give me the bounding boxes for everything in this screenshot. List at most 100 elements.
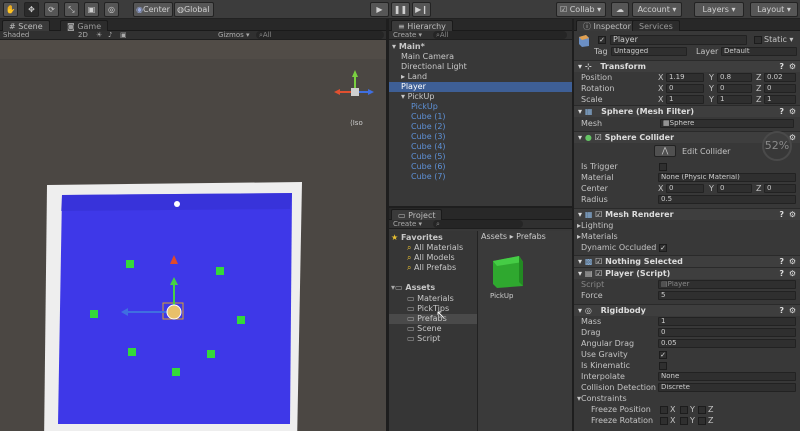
folder-materials[interactable]: ▭ Materials: [407, 294, 454, 304]
pivot-center-toggle[interactable]: ◉Center: [133, 2, 173, 17]
transform-z-field[interactable]: 0.02: [764, 73, 796, 82]
hierarchy-item[interactable]: ▾ PickUp: [389, 92, 572, 102]
favorites-header[interactable]: ★ Favorites: [391, 233, 443, 243]
layout-dropdown[interactable]: Layout ▾: [750, 2, 798, 17]
tab-hierarchy[interactable]: ≡ Hierarchy: [391, 20, 453, 31]
transform-header[interactable]: ▾ ⊹ Transform ? ⚙: [574, 60, 800, 72]
hierarchy-search-input[interactable]: ⌕All: [433, 31, 567, 39]
center-y-field[interactable]: 0: [717, 184, 752, 193]
edit-collider-button[interactable]: ⋀: [654, 145, 676, 157]
hierarchy-item[interactable]: Directional Light: [389, 62, 572, 72]
freeze-rot-z-checkbox[interactable]: [698, 417, 706, 425]
effects-toggle-icon[interactable]: ▣: [120, 31, 127, 40]
hierarchy-item[interactable]: Cube (3): [389, 132, 572, 142]
tab-scene[interactable]: # Scene: [2, 20, 50, 31]
tab-project[interactable]: ▭ Project: [391, 209, 443, 220]
mesh-renderer-header[interactable]: ▾ ▦ ☑ Mesh Renderer ? ⚙: [574, 208, 800, 220]
favorite-all-models[interactable]: ⌕ All Models: [407, 253, 455, 263]
transform-y-field[interactable]: 0: [717, 84, 752, 93]
physic-material-field[interactable]: None (Physic Material): [658, 173, 796, 182]
project-breadcrumb[interactable]: Assets ▸ Prefabs: [481, 232, 546, 241]
transform-x-field[interactable]: 0: [666, 84, 704, 93]
center-z-field[interactable]: 0: [764, 184, 796, 193]
move-tool-button[interactable]: ✥: [24, 2, 39, 17]
hierarchy-item[interactable]: Cube (7): [389, 172, 572, 182]
hierarchy-item[interactable]: Cube (5): [389, 152, 572, 162]
center-x-field[interactable]: 0: [666, 184, 704, 193]
enabled-checkbox-icon[interactable]: ☑: [595, 210, 602, 219]
rigidbody-header[interactable]: ▾ ◎ Rigidbody ? ⚙: [574, 304, 800, 316]
materials-foldout[interactable]: ▸Materials: [574, 231, 800, 242]
transform-x-field[interactable]: 1: [666, 95, 704, 104]
is-kinematic-checkbox[interactable]: [659, 362, 667, 370]
tab-inspector[interactable]: ⓘ Inspector: [576, 20, 638, 31]
tag-dropdown[interactable]: Untagged: [611, 47, 687, 56]
static-checkbox[interactable]: [754, 36, 762, 44]
freeze-rot-x-checkbox[interactable]: [660, 417, 668, 425]
collision-detection-dropdown[interactable]: Discrete: [658, 383, 796, 392]
projection-label[interactable]: ⟨Iso: [350, 119, 363, 127]
scene-orientation-gizmo[interactable]: ⟨Iso: [330, 67, 380, 129]
player-script-header[interactable]: ▾ ▤ ☑ Player (Script) ? ⚙: [574, 267, 800, 279]
tab-services[interactable]: Services: [632, 20, 680, 31]
shading-mode-dropdown[interactable]: Shaded: [3, 31, 29, 40]
pickup-prefab-thumbnail[interactable]: [489, 252, 527, 290]
object-name-field[interactable]: Player: [610, 35, 747, 45]
assets-root[interactable]: ▾▭ Assets: [391, 283, 435, 293]
gizmos-dropdown[interactable]: Gizmos ▾: [218, 31, 250, 40]
favorite-all-prefabs[interactable]: ⌕ All Prefabs: [407, 263, 456, 273]
folder-prefabs[interactable]: ▭ Prefabs: [389, 314, 477, 324]
enabled-checkbox-icon[interactable]: ☑: [595, 269, 602, 278]
global-local-toggle[interactable]: ◍Global: [174, 2, 214, 17]
drag-field[interactable]: 0: [658, 328, 796, 337]
angular-drag-field[interactable]: 0.05: [658, 339, 796, 348]
tab-game[interactable]: ◙ Game: [60, 20, 109, 31]
static-dropdown[interactable]: Static ▾: [764, 35, 793, 44]
hierarchy-item[interactable]: Cube (1): [389, 112, 572, 122]
hierarchy-item[interactable]: Cube (6): [389, 162, 572, 172]
transform-y-field[interactable]: 1: [717, 95, 752, 104]
transform-y-field[interactable]: 0.8: [717, 73, 752, 82]
hierarchy-scene-root[interactable]: ▾ Main*: [389, 42, 572, 52]
audio-toggle-icon[interactable]: ♪: [108, 31, 112, 40]
constraints-foldout[interactable]: ▾Constraints: [574, 393, 800, 404]
force-field[interactable]: 5: [658, 291, 796, 300]
play-button[interactable]: ▶: [370, 2, 389, 17]
hierarchy-item[interactable]: ▸ Land: [389, 72, 572, 82]
enabled-checkbox-icon[interactable]: ☑: [595, 257, 602, 266]
scene-search-input[interactable]: ⌕All: [256, 31, 384, 39]
lighting-toggle-icon[interactable]: ☀: [96, 31, 102, 40]
use-gravity-checkbox[interactable]: ✓: [659, 351, 667, 359]
enabled-checkbox-icon[interactable]: ☑: [595, 133, 602, 142]
light-gizmo[interactable]: [174, 201, 180, 207]
foldout-arrow-icon[interactable]: ▾: [392, 42, 399, 51]
transform-x-field[interactable]: 1.19: [666, 73, 704, 82]
freeze-pos-x-checkbox[interactable]: [660, 406, 668, 414]
rotate-tool-button[interactable]: ⟳: [44, 2, 59, 17]
account-dropdown[interactable]: Account ▾: [632, 2, 682, 17]
freeze-pos-y-checkbox[interactable]: [680, 406, 688, 414]
hierarchy-item[interactable]: Main Camera: [389, 52, 572, 62]
layers-dropdown[interactable]: Layers ▾: [694, 2, 744, 17]
2d-toggle[interactable]: 2D: [78, 31, 88, 40]
active-checkbox[interactable]: ✓: [598, 36, 606, 44]
cloud-button[interactable]: ☁: [611, 2, 629, 17]
favorite-all-materials[interactable]: ⌕ All Materials: [407, 243, 463, 253]
transform-z-field[interactable]: 1: [764, 95, 796, 104]
freeze-pos-z-checkbox[interactable]: [698, 406, 706, 414]
dynamic-occluded-checkbox[interactable]: ✓: [659, 244, 667, 252]
gear-icon[interactable]: ⚙: [789, 106, 796, 118]
scale-tool-button[interactable]: ⤡: [64, 2, 79, 17]
help-icon[interactable]: ?: [779, 106, 784, 118]
interpolate-dropdown[interactable]: None: [658, 372, 796, 381]
lighting-foldout[interactable]: ▸Lighting: [574, 220, 800, 231]
is-trigger-checkbox[interactable]: [659, 163, 667, 171]
mesh-filter-header[interactable]: ▾ ▦ Sphere (Mesh Filter) ? ⚙: [574, 105, 800, 117]
layer-dropdown[interactable]: Default: [721, 47, 797, 56]
folder-script[interactable]: ▭ Script: [407, 334, 440, 344]
scene-viewport[interactable]: [0, 59, 386, 431]
transform-tool-button[interactable]: ◎: [104, 2, 119, 17]
mass-field[interactable]: 1: [658, 317, 796, 326]
hierarchy-create-dropdown[interactable]: Create ▾: [393, 31, 422, 40]
transform-z-field[interactable]: 0: [764, 84, 796, 93]
